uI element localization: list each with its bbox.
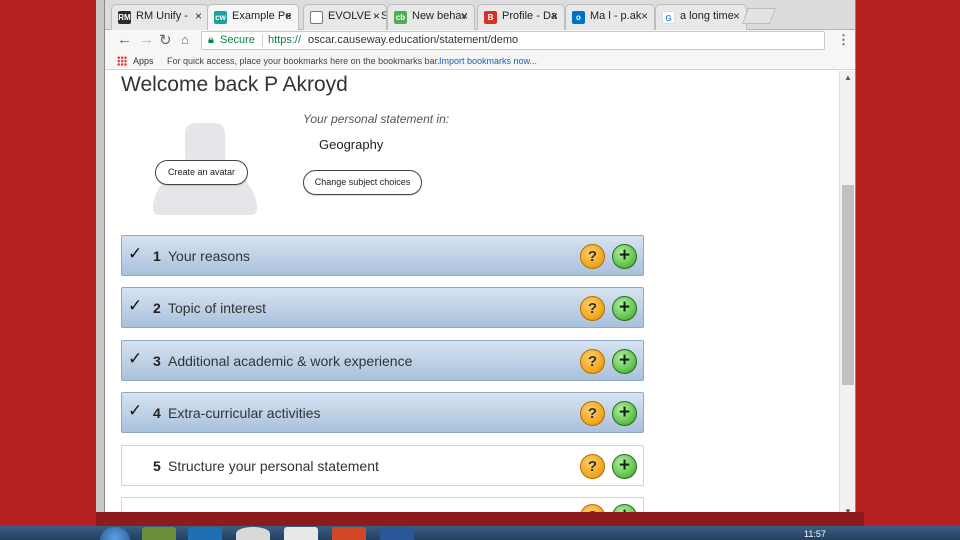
section-extra-curricular-activities[interactable]: ✓ 4 Extra-curricular activities ? + <box>121 392 644 433</box>
expand-plus-icon[interactable]: + <box>612 296 637 321</box>
bookmarks-hint: For quick access, place your bookmarks h… <box>167 56 440 66</box>
apps-grid-icon[interactable] <box>117 56 127 66</box>
document-favicon-icon <box>310 11 323 24</box>
close-tab-icon[interactable]: × <box>285 9 292 23</box>
address-bar[interactable]: 🔒︎ Secure https:// oscar.causeway.educat… <box>201 31 825 50</box>
tab-bar: RM RM Unify - × cw Example Pe × EVOLVE -… <box>105 0 855 30</box>
import-bookmarks-link[interactable]: Import bookmarks now... <box>439 56 537 66</box>
help-question-icon[interactable]: ? <box>580 349 605 374</box>
tab-new-behaviour[interactable]: cb New behav × <box>387 4 475 30</box>
tab-example-personal-statement[interactable]: cw Example Pe × <box>207 4 299 30</box>
tab-rm-unify[interactable]: RM RM Unify - × <box>111 4 209 30</box>
section-title: Your reasons <box>168 248 250 264</box>
close-tab-icon[interactable]: × <box>461 9 468 23</box>
slide-background-right <box>856 0 960 540</box>
expand-plus-icon[interactable]: + <box>612 454 637 479</box>
word-taskbar-icon[interactable] <box>380 527 414 540</box>
section-number: 5 <box>153 458 161 474</box>
help-question-icon[interactable]: ? <box>580 401 605 426</box>
lock-icon: 🔒︎ <box>208 34 214 46</box>
rm-unify-favicon-icon: RM <box>118 11 131 24</box>
powerpoint-taskbar-icon[interactable] <box>332 527 366 540</box>
new-tab-button[interactable] <box>742 8 776 24</box>
section-number: 3 <box>153 353 161 369</box>
reload-icon[interactable]: ↻ <box>159 31 172 49</box>
expand-plus-icon[interactable]: + <box>612 349 637 374</box>
url-scheme: https:// <box>268 34 302 46</box>
forward-arrow-icon[interactable]: → <box>139 31 154 48</box>
browser-menu-icon[interactable]: ⋮ <box>837 32 850 48</box>
close-tab-icon[interactable]: × <box>373 9 380 23</box>
statement-subject-label: Your personal statement in: <box>303 112 450 126</box>
change-subject-button[interactable]: Change subject choices <box>303 170 422 195</box>
page-content: Welcome back P Akroyd Create an avatar Y… <box>105 71 839 520</box>
completed-check-icon: ✓ <box>128 401 143 420</box>
expand-plus-icon[interactable]: + <box>612 401 637 426</box>
url-text: oscar.causeway.education/statement/demo <box>308 34 519 46</box>
section-structure-personal-statement[interactable]: 5 Structure your personal statement ? + <box>121 445 644 486</box>
taskbar-app-icon[interactable] <box>188 527 222 540</box>
section-title: Topic of interest <box>168 300 267 316</box>
browser-window: RM RM Unify - × cw Example Pe × EVOLVE -… <box>104 0 856 520</box>
subject-name: Geography <box>319 137 384 152</box>
close-tab-icon[interactable]: × <box>641 9 648 23</box>
help-question-icon[interactable]: ? <box>580 454 605 479</box>
address-separator <box>262 34 263 47</box>
tab-google-search[interactable]: G a long time × <box>655 4 747 30</box>
completed-check-icon: ✓ <box>128 296 143 315</box>
profile-favicon-icon: B <box>484 11 497 24</box>
google-favicon-icon: G <box>662 11 675 24</box>
section-title: Additional academic & work experience <box>168 353 413 369</box>
taskbar-app-icon[interactable] <box>284 527 318 540</box>
classcharts-favicon-icon: cb <box>394 11 407 24</box>
section-number: 1 <box>153 248 161 264</box>
presentation-status-bar <box>96 512 864 526</box>
page-title: Welcome back P Akroyd <box>121 73 348 96</box>
back-arrow-icon[interactable]: ← <box>117 31 132 48</box>
scroll-thumb[interactable] <box>842 185 854 385</box>
section-title: Structure your personal statement <box>168 458 379 474</box>
page-scrollbar[interactable]: ▲ ▼ <box>839 71 855 520</box>
scroll-up-arrow-icon[interactable]: ▲ <box>844 73 852 82</box>
section-title: Extra-curricular activities <box>168 405 321 421</box>
tab-label: a long time <box>680 10 734 22</box>
create-avatar-button[interactable]: Create an avatar <box>155 160 248 185</box>
close-tab-icon[interactable]: × <box>733 9 740 23</box>
section-number: 2 <box>153 300 161 316</box>
section-topic-of-interest[interactable]: ✓ 2 Topic of interest ? + <box>121 287 644 328</box>
tab-label: Ma l - p.ak <box>590 10 642 22</box>
close-tab-icon[interactable]: × <box>195 9 202 23</box>
outlook-favicon-icon: o <box>572 11 585 24</box>
tab-label: Example Pe <box>232 10 292 22</box>
home-icon[interactable]: ⌂ <box>181 32 189 47</box>
bookmarks-bar: Apps For quick access, place your bookma… <box>105 52 855 70</box>
completed-check-icon: ✓ <box>128 244 143 263</box>
tab-evolve[interactable]: EVOLVE - S × <box>303 4 387 30</box>
tab-label: Profile - Da <box>502 10 558 22</box>
chrome-taskbar-icon[interactable] <box>236 527 270 540</box>
tab-mail[interactable]: o Ma l - p.ak × <box>565 4 655 30</box>
section-number: 4 <box>153 405 161 421</box>
taskbar-clock: 11:57 <box>804 529 826 539</box>
slide-background-left <box>0 0 100 540</box>
tab-label: New behav <box>412 10 468 22</box>
close-tab-icon[interactable]: × <box>551 9 558 23</box>
tab-profile[interactable]: B Profile - Da × <box>477 4 565 30</box>
apps-label[interactable]: Apps <box>133 56 154 66</box>
causeway-favicon-icon: cw <box>214 11 227 24</box>
help-question-icon[interactable]: ? <box>580 244 605 269</box>
help-question-icon[interactable]: ? <box>580 296 605 321</box>
completed-check-icon: ✓ <box>128 349 143 368</box>
taskbar-app-icon[interactable] <box>142 527 176 540</box>
secure-label: Secure <box>220 34 255 46</box>
browser-toolbar: ← → ↻ ⌂ 🔒︎ Secure https:// oscar.causewa… <box>105 30 855 52</box>
expand-plus-icon[interactable]: + <box>612 244 637 269</box>
section-additional-academic-work-experience[interactable]: ✓ 3 Additional academic & work experienc… <box>121 340 644 381</box>
section-your-reasons[interactable]: ✓ 1 Your reasons ? + <box>121 235 644 276</box>
tab-label: RM Unify - <box>136 10 188 22</box>
